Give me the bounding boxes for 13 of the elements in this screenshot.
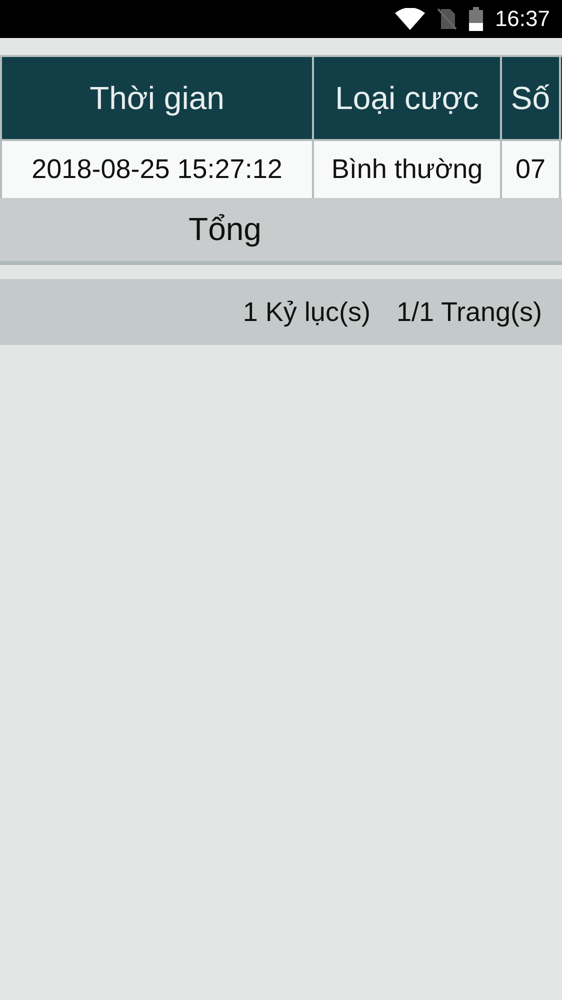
- column-header: Loại cược: [314, 57, 500, 139]
- battery-icon: [468, 7, 483, 31]
- table-cell: 2018-08-25 15:27:12: [2, 141, 312, 198]
- table-cell: 07: [502, 141, 559, 198]
- wifi-icon: [394, 8, 425, 30]
- column-header: Thời gian: [2, 57, 312, 139]
- table-cell: Bình thường: [314, 141, 500, 198]
- no-sim-icon: [436, 8, 457, 30]
- total-label: Tổng: [188, 211, 262, 248]
- page-count: 1/1 Trang(s): [396, 296, 542, 328]
- column-header: Số: [502, 57, 559, 139]
- status-time: 16:37: [494, 6, 550, 32]
- record-count: 1 Kỷ lục(s): [242, 296, 370, 328]
